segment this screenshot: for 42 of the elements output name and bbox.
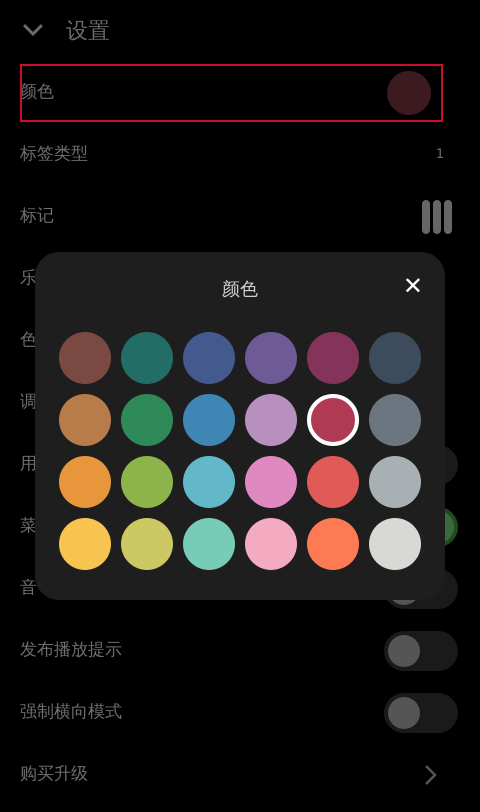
color-swatch[interactable] bbox=[183, 332, 235, 384]
setting-label: 乐 bbox=[20, 267, 37, 290]
close-button[interactable]: ✕ bbox=[402, 274, 423, 298]
color-swatch[interactable] bbox=[307, 394, 359, 446]
setting-label: 购买升级 bbox=[20, 763, 88, 786]
color-swatch[interactable] bbox=[245, 394, 297, 446]
setting-label: 用 bbox=[20, 453, 37, 476]
setting-label: 标签类型 bbox=[20, 143, 88, 166]
color-swatch[interactable] bbox=[387, 71, 431, 115]
setting-label: 强制横向模式 bbox=[20, 701, 122, 724]
color-swatch[interactable] bbox=[369, 332, 421, 384]
color-swatch[interactable] bbox=[121, 332, 173, 384]
bars-icon[interactable] bbox=[422, 200, 452, 234]
setting-label: 发布播放提示 bbox=[20, 639, 122, 662]
color-swatch[interactable] bbox=[59, 518, 111, 570]
color-swatch[interactable] bbox=[369, 518, 421, 570]
toggle-switch[interactable] bbox=[384, 693, 458, 733]
color-swatch[interactable] bbox=[307, 456, 359, 508]
color-swatch[interactable] bbox=[183, 456, 235, 508]
color-swatch[interactable] bbox=[369, 394, 421, 446]
color-swatch[interactable] bbox=[307, 518, 359, 570]
color-swatch[interactable] bbox=[245, 332, 297, 384]
color-swatch[interactable] bbox=[183, 518, 235, 570]
dialog-title: 颜色 bbox=[222, 278, 258, 302]
color-swatch[interactable] bbox=[369, 456, 421, 508]
setting-label: 菜 bbox=[20, 515, 37, 538]
color-swatch[interactable] bbox=[307, 332, 359, 384]
section-title: 设置 bbox=[66, 18, 110, 46]
color-swatch[interactable] bbox=[59, 456, 111, 508]
setting-label: 标记 bbox=[20, 205, 54, 228]
color-swatch[interactable] bbox=[183, 394, 235, 446]
color-swatch[interactable] bbox=[121, 456, 173, 508]
color-swatch[interactable] bbox=[59, 332, 111, 384]
color-swatch[interactable] bbox=[245, 518, 297, 570]
setting-label: 音 bbox=[20, 577, 37, 600]
color-swatch[interactable] bbox=[245, 456, 297, 508]
setting-value: 1 bbox=[434, 146, 446, 164]
chevron-right-icon[interactable] bbox=[424, 764, 438, 786]
color-swatch[interactable] bbox=[121, 518, 173, 570]
color-swatch[interactable] bbox=[121, 394, 173, 446]
color-swatch[interactable] bbox=[59, 394, 111, 446]
toggle-switch[interactable] bbox=[384, 631, 458, 671]
